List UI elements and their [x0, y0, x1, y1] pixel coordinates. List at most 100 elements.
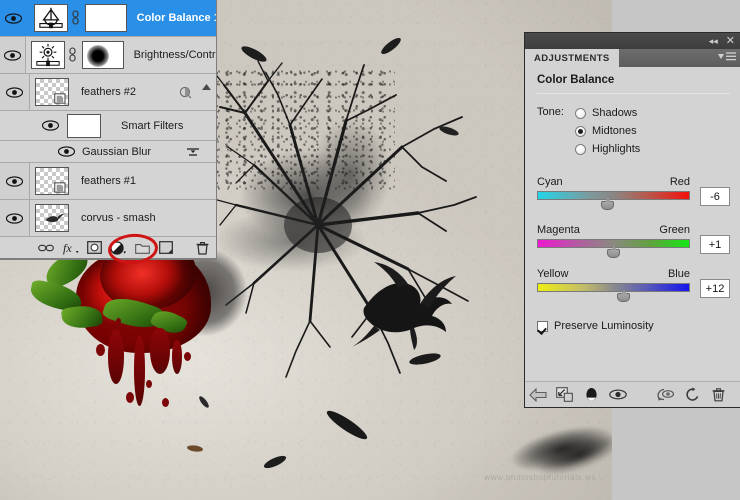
clip-to-layer-button[interactable]: [578, 383, 605, 407]
adjustments-panel[interactable]: ◂◂ ✕ ADJUSTMENTS Color Balance Tone: Sha…: [524, 32, 740, 408]
layers-panel-toolbar[interactable]: fx: [0, 232, 216, 266]
panel-titlebar[interactable]: ◂◂ ✕: [525, 33, 740, 49]
reset-adjustment-button[interactable]: [679, 383, 706, 407]
close-icon[interactable]: ✕: [726, 35, 735, 47]
preserve-luminosity-row[interactable]: Preserve Luminosity: [537, 320, 730, 332]
eye-icon[interactable]: [58, 146, 75, 157]
radio-option-highlights[interactable]: Highlights: [575, 140, 640, 158]
layer-row[interactable]: Color Balance 1: [0, 0, 216, 37]
layer-row[interactable]: feathers #1: [0, 163, 216, 200]
eye-icon: [6, 86, 23, 98]
scroll-up-arrow-icon[interactable]: [202, 84, 211, 90]
smart-object-thumbnail[interactable]: [35, 167, 69, 195]
chevron-down-icon: [718, 54, 724, 59]
radio-button[interactable]: [575, 107, 586, 119]
layer-visibility-toggle[interactable]: [0, 0, 29, 36]
cyan-red-value-input[interactable]: -6: [700, 187, 730, 206]
layer-mask-thumbnail[interactable]: [84, 4, 127, 32]
new-group-button[interactable]: [130, 238, 154, 258]
tab-adjustments[interactable]: ADJUSTMENTS: [525, 49, 619, 67]
smart-object-thumbnail[interactable]: [35, 78, 69, 106]
adjustments-panel-footer[interactable]: [525, 381, 740, 407]
smart-filter-icon[interactable]: [179, 86, 192, 99]
preserve-luminosity-checkbox[interactable]: [537, 320, 548, 332]
layer-visibility-toggle[interactable]: [0, 37, 26, 73]
slider-left-label: Cyan: [537, 176, 563, 188]
return-to-adjustment-list-button[interactable]: [525, 383, 552, 407]
divider: [537, 93, 730, 94]
cyan-red-slider-handle[interactable]: [601, 198, 614, 210]
eye-icon: [5, 12, 23, 24]
delete-adjustment-layer-button[interactable]: [705, 383, 732, 407]
magenta-green-value-input[interactable]: +1: [700, 235, 730, 254]
radio-button[interactable]: [575, 125, 586, 137]
toggle-layer-visibility-button[interactable]: [605, 383, 632, 407]
slider-right-label: Green: [659, 224, 690, 236]
layer-mask-link-icon[interactable]: [68, 47, 77, 63]
brightness-sun-icon: [35, 43, 60, 67]
cyan-red-slider-group[interactable]: Cyan Red -6: [537, 176, 730, 210]
eye-icon: [3, 49, 21, 61]
link-layers-button[interactable]: [34, 238, 58, 258]
layer-row[interactable]: Brightness/Contra...: [0, 37, 216, 74]
layer-visibility-toggle[interactable]: [0, 200, 30, 236]
smart-object-badge-icon: [54, 182, 66, 193]
smart-filters-mask-thumbnail[interactable]: [67, 113, 101, 138]
layer-row[interactable]: corvus - smash: [0, 200, 216, 237]
trash-icon: [196, 241, 208, 255]
layer-name: corvus - smash: [81, 212, 156, 224]
half-filled-circle-icon: [109, 240, 126, 255]
magenta-green-slider-handle[interactable]: [607, 246, 620, 258]
magenta-green-slider-group[interactable]: Magenta Green +1: [537, 224, 730, 258]
panel-tabbar[interactable]: ADJUSTMENTS: [525, 49, 740, 67]
filter-blending-options-icon[interactable]: [186, 146, 200, 158]
add-layer-mask-button[interactable]: [82, 238, 106, 258]
tone-option-group[interactable]: Tone: Shadows Midtones Highlights: [537, 104, 730, 158]
smart-object-badge-icon: [54, 93, 66, 104]
yellow-blue-slider-group[interactable]: Yellow Blue +12: [537, 268, 730, 302]
layer-mask-link-icon[interactable]: [71, 10, 80, 26]
left-arrow-icon: [529, 387, 547, 402]
radio-label: Shadows: [592, 107, 638, 119]
yellow-blue-value-input[interactable]: +12: [700, 279, 730, 298]
radio-label: Highlights: [592, 143, 641, 155]
layer-name: feathers #2: [81, 86, 137, 98]
adjustment-layer-thumbnail[interactable]: [33, 4, 68, 32]
new-adjustment-layer-button[interactable]: [106, 238, 130, 258]
layers-panel[interactable]: Color Balance 1 Brightness/Contr feather…: [0, 0, 217, 266]
yellow-blue-slider-track[interactable]: [537, 283, 690, 292]
layer-visibility-toggle[interactable]: [0, 74, 30, 110]
slider-right-label: Blue: [667, 268, 690, 280]
cyan-red-slider-track[interactable]: [537, 191, 690, 200]
add-layer-style-button[interactable]: fx: [58, 238, 82, 258]
radio-option-shadows[interactable]: Shadows: [575, 104, 640, 122]
delete-layer-button[interactable]: [190, 238, 214, 258]
preview-eye-icon: [656, 388, 674, 401]
adjustment-layer-thumbnail[interactable]: [30, 41, 65, 69]
layer-row[interactable]: feathers #2: [0, 74, 216, 111]
smart-filters-label: Smart Filters: [121, 119, 184, 132]
slider-left-label: Yellow: [537, 268, 569, 280]
chain-link-icon: [38, 244, 54, 251]
layer-name: Brightness/Contra...: [133, 49, 216, 61]
radio-option-midtones[interactable]: Midtones: [575, 122, 640, 140]
radio-button[interactable]: [575, 143, 586, 155]
smart-filter-name: Gaussian Blur: [82, 145, 152, 158]
eye-icon[interactable]: [42, 120, 59, 131]
double-chevron-left-icon[interactable]: ◂◂: [709, 36, 718, 46]
layer-thumbnail[interactable]: [35, 204, 69, 232]
preserve-luminosity-label: Preserve Luminosity: [554, 320, 654, 332]
new-layer-button[interactable]: [154, 238, 178, 258]
layer-visibility-toggle[interactable]: [0, 163, 30, 199]
panel-menu-button[interactable]: [718, 52, 736, 61]
reset-circle-arrow-icon: [686, 387, 699, 401]
yellow-blue-slider-handle[interactable]: [617, 290, 630, 302]
preview-previous-state-button[interactable]: [652, 383, 679, 407]
eye-icon: [6, 175, 23, 187]
expanded-view-button[interactable]: [552, 383, 579, 407]
fx-icon: fx: [63, 241, 78, 255]
expand-view-icon: [556, 387, 574, 402]
smart-filters-row[interactable]: Smart Filters: [0, 111, 216, 141]
layer-mask-thumbnail[interactable]: [81, 41, 124, 69]
smart-filter-row[interactable]: Gaussian Blur: [0, 141, 216, 163]
